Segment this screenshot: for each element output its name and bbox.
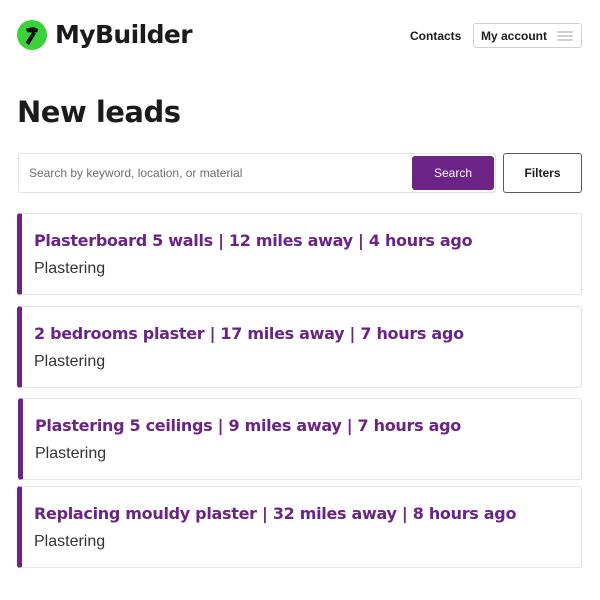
brand-logo[interactable]: MyBuilder (17, 20, 193, 50)
lead-card[interactable]: Plastering 5 ceilings | 9 miles away | 7… (18, 398, 582, 480)
site-header: MyBuilder Contacts My account (0, 0, 600, 70)
lead-title[interactable]: Replacing mouldy plaster | 32 miles away… (34, 503, 516, 525)
my-account-button[interactable]: My account (473, 23, 582, 48)
lead-card[interactable]: Plasterboard 5 walls | 12 miles away | 4… (17, 213, 582, 295)
lead-card[interactable]: 2 bedrooms plaster | 17 miles away | 7 h… (17, 306, 582, 388)
lead-category: Plastering (34, 260, 106, 277)
lead-category: Plastering (34, 353, 106, 370)
search-input[interactable] (29, 154, 414, 192)
page-title: New leads (17, 95, 181, 129)
lead-title[interactable]: 2 bedrooms plaster | 17 miles away | 7 h… (34, 323, 464, 345)
lead-category: Plastering (35, 445, 107, 462)
my-account-label: My account (481, 28, 548, 43)
search-bar: Search (18, 153, 496, 193)
hammer-icon (17, 20, 47, 50)
lead-card[interactable]: Replacing mouldy plaster | 32 miles away… (17, 486, 582, 568)
lead-title[interactable]: Plasterboard 5 walls | 12 miles away | 4… (34, 230, 473, 252)
brand-name: MyBuilder (55, 20, 193, 49)
lead-category: Plastering (34, 533, 106, 550)
search-button[interactable]: Search (412, 156, 494, 190)
contacts-link[interactable]: Contacts (410, 28, 461, 44)
hamburger-menu-icon (557, 31, 573, 41)
lead-title[interactable]: Plastering 5 ceilings | 9 miles away | 7… (35, 415, 461, 437)
filters-button[interactable]: Filters (503, 153, 582, 193)
